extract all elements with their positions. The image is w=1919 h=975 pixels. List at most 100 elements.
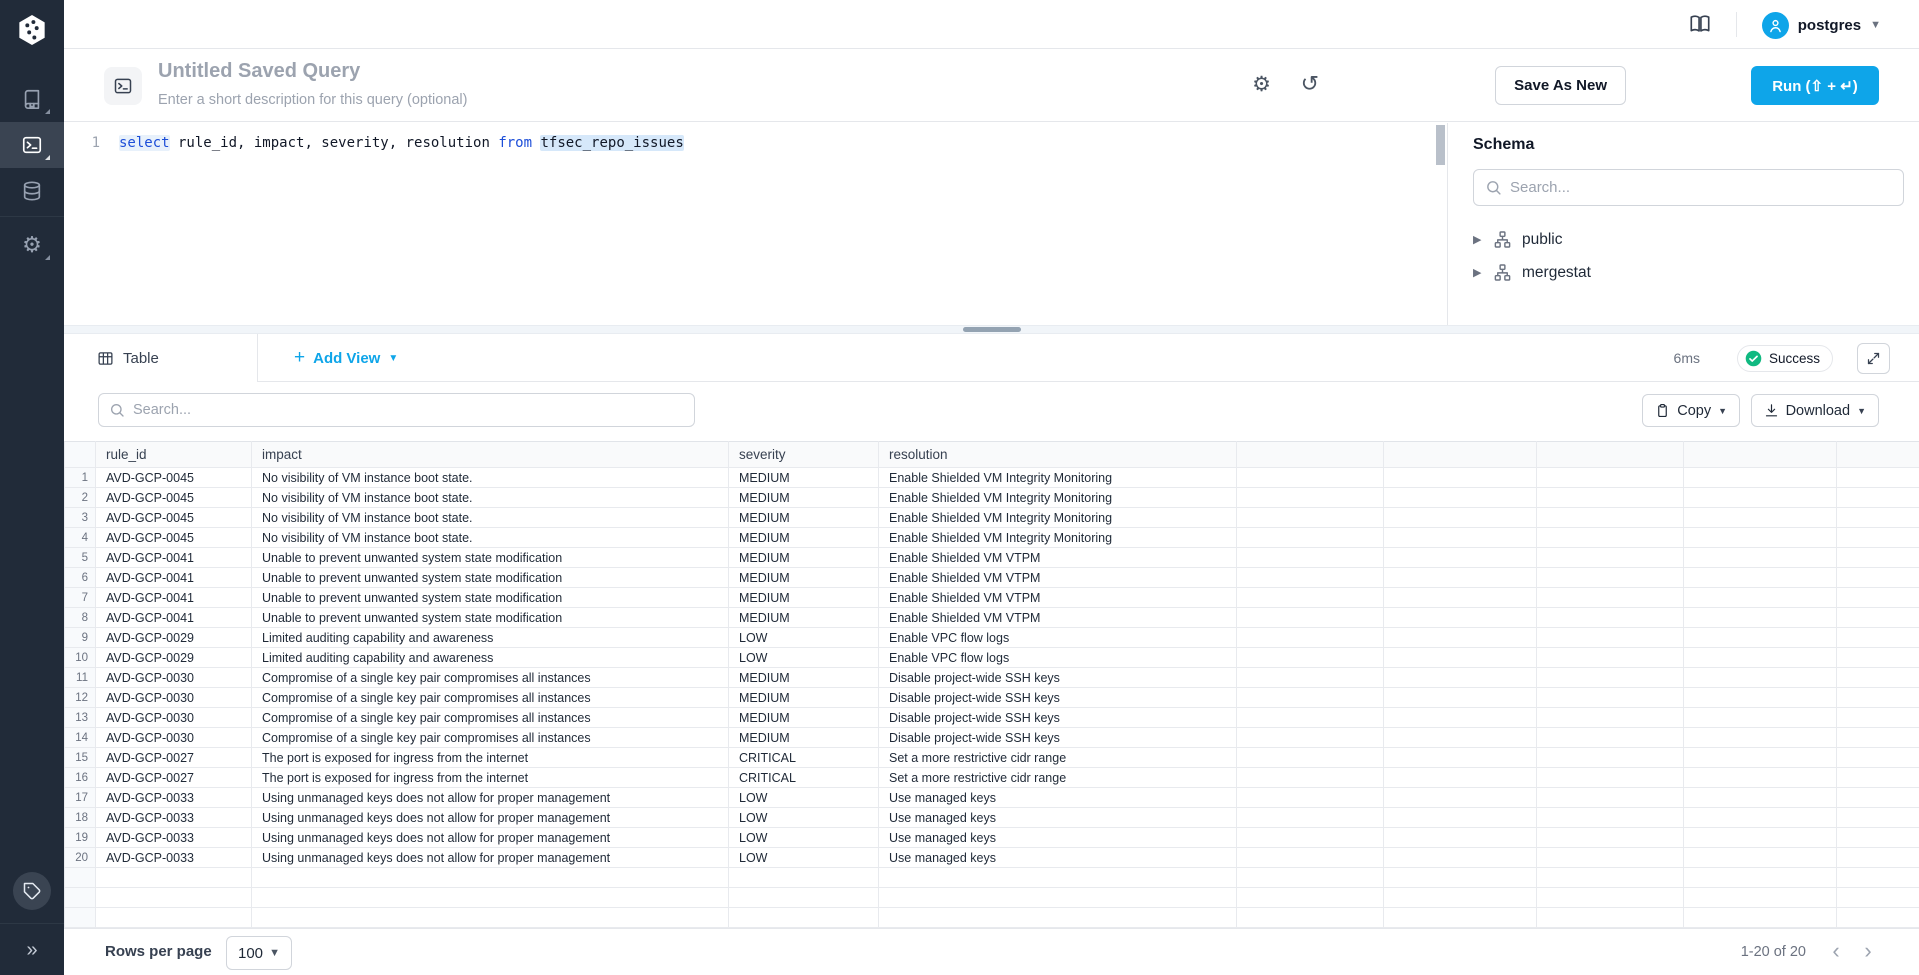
mergestat-logo-icon[interactable]: [17, 14, 47, 46]
chevron-right-icon[interactable]: ▶: [1473, 233, 1483, 246]
sql-editor[interactable]: 1 select rule_id, impact, severity, reso…: [64, 123, 1447, 325]
table-row[interactable]: 6AVD-GCP-0041Unable to prevent unwanted …: [65, 568, 1919, 588]
table-row[interactable]: 17AVD-GCP-0033Using unmanaged keys does …: [65, 788, 1919, 808]
pagination-prev-button[interactable]: ‹: [1821, 935, 1851, 967]
table-row[interactable]: 13AVD-GCP-0030Compromise of a single key…: [65, 708, 1919, 728]
table-cell: [1384, 728, 1537, 748]
table-row[interactable]: 3AVD-GCP-0045No visibility of VM instanc…: [65, 508, 1919, 528]
sidebar-item-connections[interactable]: [0, 168, 64, 214]
panel-resize-divider[interactable]: [64, 325, 1919, 334]
column-header-empty: [1537, 442, 1684, 468]
copy-button[interactable]: Copy ▼: [1642, 394, 1740, 427]
table-cell: Compromise of a single key pair compromi…: [252, 688, 729, 708]
table-cell: [1537, 668, 1684, 688]
schema-tree-item-mergestat[interactable]: ▶mergestat: [1473, 256, 1903, 289]
sidebar-item-tags[interactable]: [13, 872, 51, 910]
table-cell: Compromise of a single key pair compromi…: [252, 668, 729, 688]
copy-button-label: Copy: [1677, 403, 1711, 419]
fullscreen-results-button[interactable]: [1857, 343, 1890, 374]
table-cell: Using unmanaged keys does not allow for …: [252, 828, 729, 848]
table-cell: MEDIUM: [729, 608, 879, 628]
table-cell: [1537, 688, 1684, 708]
table-cell: No visibility of VM instance boot state.: [252, 528, 729, 548]
table-cell: [1237, 548, 1384, 568]
column-header-resolution[interactable]: resolution: [879, 442, 1237, 468]
row-number: 8: [65, 608, 96, 628]
table-row[interactable]: 12AVD-GCP-0030Compromise of a single key…: [65, 688, 1919, 708]
table-row[interactable]: 18AVD-GCP-0033Using unmanaged keys does …: [65, 808, 1919, 828]
table-row[interactable]: 20AVD-GCP-0033Using unmanaged keys does …: [65, 848, 1919, 868]
sidebar-divider: [0, 923, 64, 924]
table-row[interactable]: 19AVD-GCP-0033Using unmanaged keys does …: [65, 828, 1919, 848]
table-cell: AVD-GCP-0041: [96, 608, 252, 628]
terminal-icon: [21, 134, 43, 156]
query-history-icon[interactable]: ↺: [1301, 73, 1319, 95]
column-header-severity[interactable]: severity: [729, 442, 879, 468]
chevron-down-icon: ▼: [1857, 406, 1866, 416]
docs-book-icon[interactable]: [1689, 13, 1711, 35]
sidebar-item-settings[interactable]: ⚙: [0, 222, 64, 268]
column-header-impact[interactable]: impact: [252, 442, 729, 468]
user-menu[interactable]: postgres ▼: [1762, 10, 1881, 40]
run-button[interactable]: Run (⇧ + ↵): [1751, 66, 1879, 105]
table-cell: Compromise of a single key pair compromi…: [252, 728, 729, 748]
editor-scrollbar-thumb[interactable]: [1436, 125, 1445, 165]
results-search-input[interactable]: [133, 402, 684, 418]
table-cell: [1684, 508, 1837, 528]
rows-per-page-select[interactable]: 100 ▼: [226, 936, 292, 970]
query-title-input[interactable]: Untitled Saved Query: [158, 60, 360, 83]
row-number: 6: [65, 568, 96, 588]
save-as-new-button[interactable]: Save As New: [1495, 66, 1626, 105]
query-description-input[interactable]: Enter a short description for this query…: [158, 92, 467, 108]
sidebar-item-queries[interactable]: [0, 122, 64, 168]
table-cell: [1384, 668, 1537, 688]
table-row[interactable]: 9AVD-GCP-0029Limited auditing capability…: [65, 628, 1919, 648]
query-settings-gear-icon[interactable]: ⚙: [1252, 74, 1271, 95]
user-name: postgres: [1798, 17, 1861, 34]
table-row[interactable]: 16AVD-GCP-0027The port is exposed for in…: [65, 768, 1919, 788]
clipboard-icon: [1655, 403, 1670, 418]
chevron-down-icon: ▼: [388, 353, 398, 364]
table-row[interactable]: 10AVD-GCP-0029Limited auditing capabilit…: [65, 648, 1919, 668]
download-button[interactable]: Download ▼: [1751, 394, 1879, 427]
pagination-next-button[interactable]: ›: [1853, 935, 1883, 967]
resize-handle[interactable]: [963, 327, 1021, 332]
table-row[interactable]: 7AVD-GCP-0041Unable to prevent unwanted …: [65, 588, 1919, 608]
table-cell: Enable Shielded VM Integrity Monitoring: [879, 508, 1237, 528]
tab-table[interactable]: Table: [64, 334, 258, 382]
table-row[interactable]: 15AVD-GCP-0027The port is exposed for in…: [65, 748, 1919, 768]
row-number: 4: [65, 528, 96, 548]
table-cell: [1837, 548, 1919, 568]
table-cell: AVD-GCP-0033: [96, 828, 252, 848]
table-cell: Disable project-wide SSH keys: [879, 728, 1237, 748]
column-header-rule_id[interactable]: rule_id: [96, 442, 252, 468]
table-row[interactable]: 11AVD-GCP-0030Compromise of a single key…: [65, 668, 1919, 688]
table-cell: [1384, 828, 1537, 848]
table-row[interactable]: 5AVD-GCP-0041Unable to prevent unwanted …: [65, 548, 1919, 568]
table-cell: [1237, 568, 1384, 588]
table-cell: No visibility of VM instance boot state.: [252, 468, 729, 488]
table-cell: [1684, 828, 1837, 848]
table-cell: MEDIUM: [729, 488, 879, 508]
schema-tree-item-public[interactable]: ▶public: [1473, 223, 1903, 256]
table-cell: AVD-GCP-0030: [96, 728, 252, 748]
schema-tree: ▶public▶mergestat: [1473, 223, 1903, 289]
line-number: 1: [64, 132, 112, 154]
table-row[interactable]: 8AVD-GCP-0041Unable to prevent unwanted …: [65, 608, 1919, 628]
table-row[interactable]: 2AVD-GCP-0045No visibility of VM instanc…: [65, 488, 1919, 508]
chevron-right-icon[interactable]: ▶: [1473, 266, 1483, 279]
table-row[interactable]: 14AVD-GCP-0030Compromise of a single key…: [65, 728, 1919, 748]
table-cell: [1384, 528, 1537, 548]
table-cell: Set a more restrictive cidr range: [879, 768, 1237, 788]
table-cell: [1384, 608, 1537, 628]
sidebar-expand-button[interactable]: »: [0, 930, 64, 970]
table-cell: The port is exposed for ingress from the…: [252, 748, 729, 768]
schema-search-input[interactable]: [1510, 179, 1892, 196]
sidebar-item-repos[interactable]: [0, 76, 64, 122]
add-view-button[interactable]: + Add View ▼: [294, 334, 398, 382]
table-row[interactable]: 4AVD-GCP-0045No visibility of VM instanc…: [65, 528, 1919, 548]
schema-panel: Schema ▶public▶mergestat: [1447, 123, 1919, 325]
table-row[interactable]: 1AVD-GCP-0045No visibility of VM instanc…: [65, 468, 1919, 488]
table-cell: AVD-GCP-0041: [96, 588, 252, 608]
table-cell: MEDIUM: [729, 668, 879, 688]
